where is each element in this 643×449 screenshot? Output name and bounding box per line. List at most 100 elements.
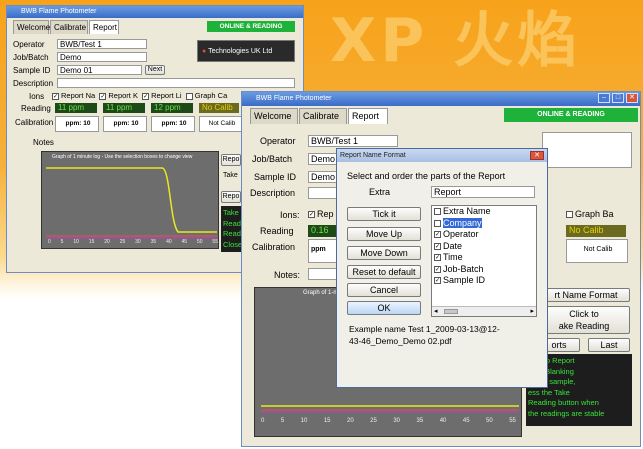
graph-xtick: 10 — [300, 418, 308, 424]
graph-xtick: 10 — [73, 239, 79, 245]
description-field[interactable] — [57, 78, 295, 88]
graph-xtick: 45 — [181, 239, 188, 245]
ion-checkbox-li[interactable]: ✓ Report Li — [142, 91, 182, 100]
front-tabs: Welcome Calibrate Report — [250, 108, 410, 124]
graph-xtick: 45 — [462, 418, 470, 424]
tab-welcome[interactable]: Welcome — [13, 20, 50, 34]
last-button[interactable]: Last — [588, 338, 630, 352]
reading-li: 12 ppm — [151, 103, 193, 113]
tab-calibrate[interactable]: Calibrate — [299, 108, 347, 124]
parts-listbox[interactable]: Extra Name Company ✓ Operator ✓ Date ✓ Time… — [431, 205, 537, 317]
close-icon[interactable]: ✕ — [626, 93, 638, 103]
graph-ba-checkbox[interactable]: Graph Ba — [566, 209, 614, 219]
graph-xtick: 40 — [166, 239, 172, 245]
list-item-extra-name[interactable]: Extra Name — [432, 206, 536, 218]
maximize-icon[interactable]: □ — [612, 93, 624, 103]
scroll-right-icon[interactable]: ▸ — [530, 307, 534, 315]
ok-button[interactable]: OK — [347, 301, 421, 315]
graph-xtick: 5 — [280, 418, 285, 424]
log-graph: Graph of 1 minute log - Use the selectio… — [41, 151, 219, 249]
graph-x-axis: 0 5 10 15 20 25 30 35 40 45 50 55 — [48, 239, 218, 245]
list-item-company[interactable]: Company — [432, 217, 536, 230]
report-name-format-button[interactable]: rt Name Format — [542, 288, 630, 302]
ion-checkbox-k[interactable]: ✓ Report K — [99, 91, 138, 100]
tab-report[interactable]: Report — [348, 108, 388, 124]
graph-xtick: 40 — [439, 418, 447, 424]
graph-xtick: 30 — [135, 239, 141, 245]
list-item-job-batch[interactable]: ✓ Job-Batch — [432, 264, 536, 276]
operator-label: Operator — [260, 136, 296, 146]
calibration-na: ppm — [308, 239, 338, 263]
dialog-close-icon[interactable]: ✕ — [530, 151, 544, 160]
reading-na: 0.16 — [308, 225, 338, 237]
graph-x-axis: 0 5 10 15 20 25 30 35 40 45 50 55 — [261, 418, 516, 424]
job-label: Job/Batch — [252, 154, 293, 164]
graph-xtick: 55 — [212, 239, 218, 245]
calibration-li: ppm: 10 — [151, 116, 195, 132]
sample-field[interactable]: Demo 01 — [57, 65, 142, 75]
list-item-time[interactable]: ✓ Time — [432, 252, 536, 264]
graph-xtick: 0 — [48, 239, 51, 245]
logo-text: Technologies UK Ltd — [208, 48, 273, 55]
take-reading-button[interactable]: Click to ake Reading — [538, 306, 630, 334]
graph-xtick: 30 — [393, 418, 401, 424]
graph-xtick: 25 — [370, 418, 377, 424]
sample-field[interactable]: Demo — [308, 171, 338, 183]
reading-label: Reading — [260, 226, 294, 236]
operator-field[interactable]: BWB/Test 1 — [57, 39, 147, 49]
tab-report[interactable]: Report — [89, 20, 119, 34]
calibration-na: ppm: 10 — [55, 116, 99, 132]
operator-field[interactable]: BWB/Test 1 — [308, 135, 398, 147]
graph-xtick: 35 — [416, 418, 424, 424]
move-down-button[interactable]: Move Down — [347, 246, 421, 260]
back-window-titlebar: BWB Flame Photometer — [7, 6, 303, 18]
tick-it-button[interactable]: Tick it — [347, 207, 421, 221]
graph-xtick: 35 — [150, 239, 157, 245]
move-up-button[interactable]: Move Up — [347, 227, 421, 241]
minimize-icon[interactable]: – — [598, 93, 610, 103]
dialog-instruction: Select and order the parts of the Report — [347, 171, 506, 181]
list-item-sample-id[interactable]: ✓ Sample ID — [432, 275, 536, 287]
next-button[interactable]: Next — [145, 65, 165, 75]
graph-xtick: 25 — [119, 239, 126, 245]
graph-xtick: 50 — [196, 239, 203, 245]
reading-ca: No Calib — [199, 103, 239, 113]
notes-label: Notes — [33, 138, 54, 147]
report-name-format-dialog: Report Name Format ✕ Select and order th… — [336, 148, 548, 388]
scroll-thumb[interactable] — [444, 309, 458, 314]
take-text: Take — [223, 172, 238, 179]
ion-checkbox-na[interactable]: ✓ Report Na — [52, 91, 95, 100]
reset-default-button[interactable]: Reset to default — [347, 265, 421, 279]
list-item-operator[interactable]: ✓ Operator — [432, 229, 536, 241]
list-item-date[interactable]: ✓ Date — [432, 241, 536, 253]
graph-xtick: 20 — [104, 239, 110, 245]
tab-calibrate[interactable]: Calibrate — [50, 20, 88, 34]
reading-ba: No Calib — [566, 225, 626, 237]
job-field[interactable]: Demo — [57, 52, 147, 62]
dialog-titlebar: Report Name Format ✕ — [337, 149, 547, 162]
operator-label: Operator — [13, 40, 45, 49]
ions-label: Ions — [29, 92, 45, 101]
ion-checkbox-ca[interactable]: Graph Ca — [185, 91, 227, 100]
report-button[interactable]: Repo — [221, 154, 241, 166]
job-field[interactable]: Demo — [308, 153, 338, 165]
cancel-button[interactable]: Cancel — [347, 283, 421, 297]
reading-label: Reading — [21, 104, 51, 113]
report-button-2[interactable]: Repo — [221, 191, 241, 203]
front-window-title: BWB Flame Photometer — [256, 95, 332, 102]
description-field[interactable] — [308, 187, 338, 199]
description-label: Description — [250, 188, 296, 198]
calibration-label: Calibration — [252, 242, 296, 252]
ions-label: Ions: — [280, 210, 300, 220]
graph-xtick: 5 — [60, 239, 64, 245]
reading-na: 11 ppm — [55, 103, 97, 113]
scroll-left-icon[interactable]: ◂ — [434, 307, 438, 315]
dialog-title: Report Name Format — [340, 152, 406, 159]
tab-welcome[interactable]: Welcome — [250, 108, 298, 124]
graph-xtick: 0 — [261, 418, 265, 424]
front-window-titlebar: BWB Flame Photometer – □ ✕ — [242, 92, 640, 106]
notes-field[interactable] — [308, 268, 338, 280]
ion-checkbox-na[interactable]: ✓ Rep — [308, 209, 334, 219]
horizontal-scrollbar[interactable]: ◂ ▸ — [432, 306, 536, 316]
extra-field[interactable]: Report — [431, 186, 535, 198]
